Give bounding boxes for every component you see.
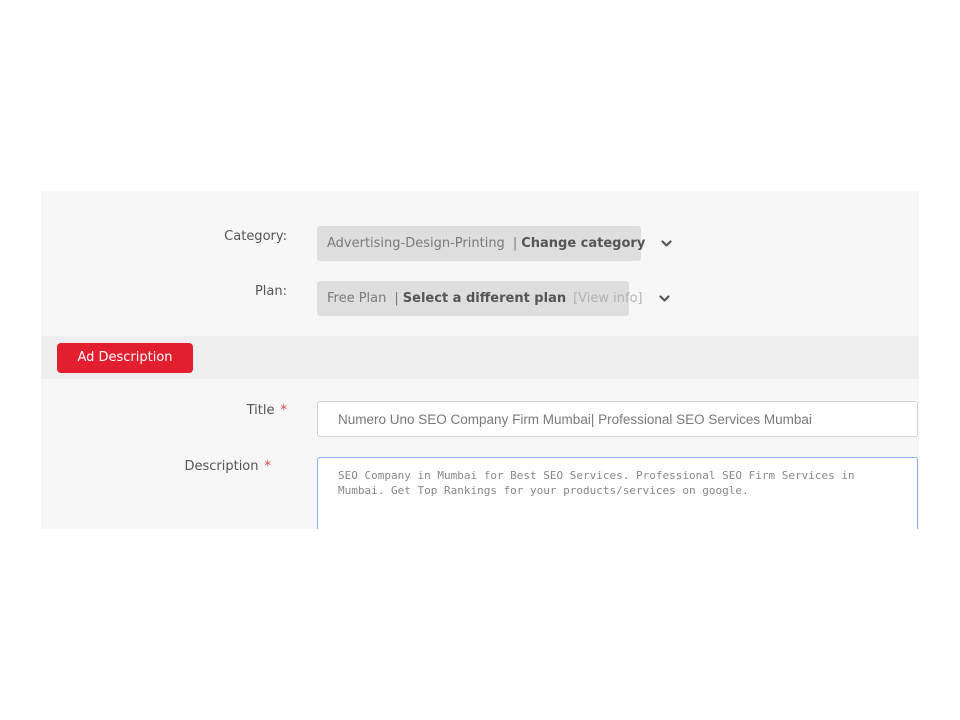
category-label: Category:: [224, 229, 287, 244]
change-category-label: Change category: [521, 236, 646, 251]
title-label: Title *: [246, 403, 288, 418]
description-textarea[interactable]: SEO Company in Mumbai for Best SEO Servi…: [317, 457, 918, 529]
category-separator: |: [512, 236, 518, 251]
ad-form-panel: Category: Advertising-Design-Printing | C…: [41, 191, 919, 529]
plan-current-value: Free Plan: [327, 291, 387, 306]
category-current-value: Advertising-Design-Printing: [327, 236, 505, 251]
title-input[interactable]: [317, 401, 918, 437]
select-plan-label: Select a different plan: [402, 291, 567, 306]
chevron-down-icon[interactable]: [659, 293, 670, 305]
change-category-link[interactable]: | Change category: [513, 236, 646, 251]
category-selector[interactable]: Advertising-Design-Printing | Change cate…: [317, 226, 672, 261]
required-asterisk: *: [264, 459, 272, 474]
view-info-link[interactable]: [View info]: [573, 291, 643, 306]
ad-description-section-bar: Ad Description: [41, 336, 919, 379]
ad-description-button[interactable]: Ad Description: [57, 343, 193, 373]
plan-label: Plan:: [254, 284, 287, 299]
plan-selector[interactable]: Free Plan | Select a different plan [View…: [317, 281, 670, 316]
description-label: Description *: [184, 459, 272, 474]
plan-separator: |: [394, 291, 399, 306]
chevron-down-icon[interactable]: [661, 238, 672, 250]
required-asterisk: *: [280, 403, 288, 418]
select-plan-link[interactable]: | Select a different plan: [394, 291, 566, 306]
